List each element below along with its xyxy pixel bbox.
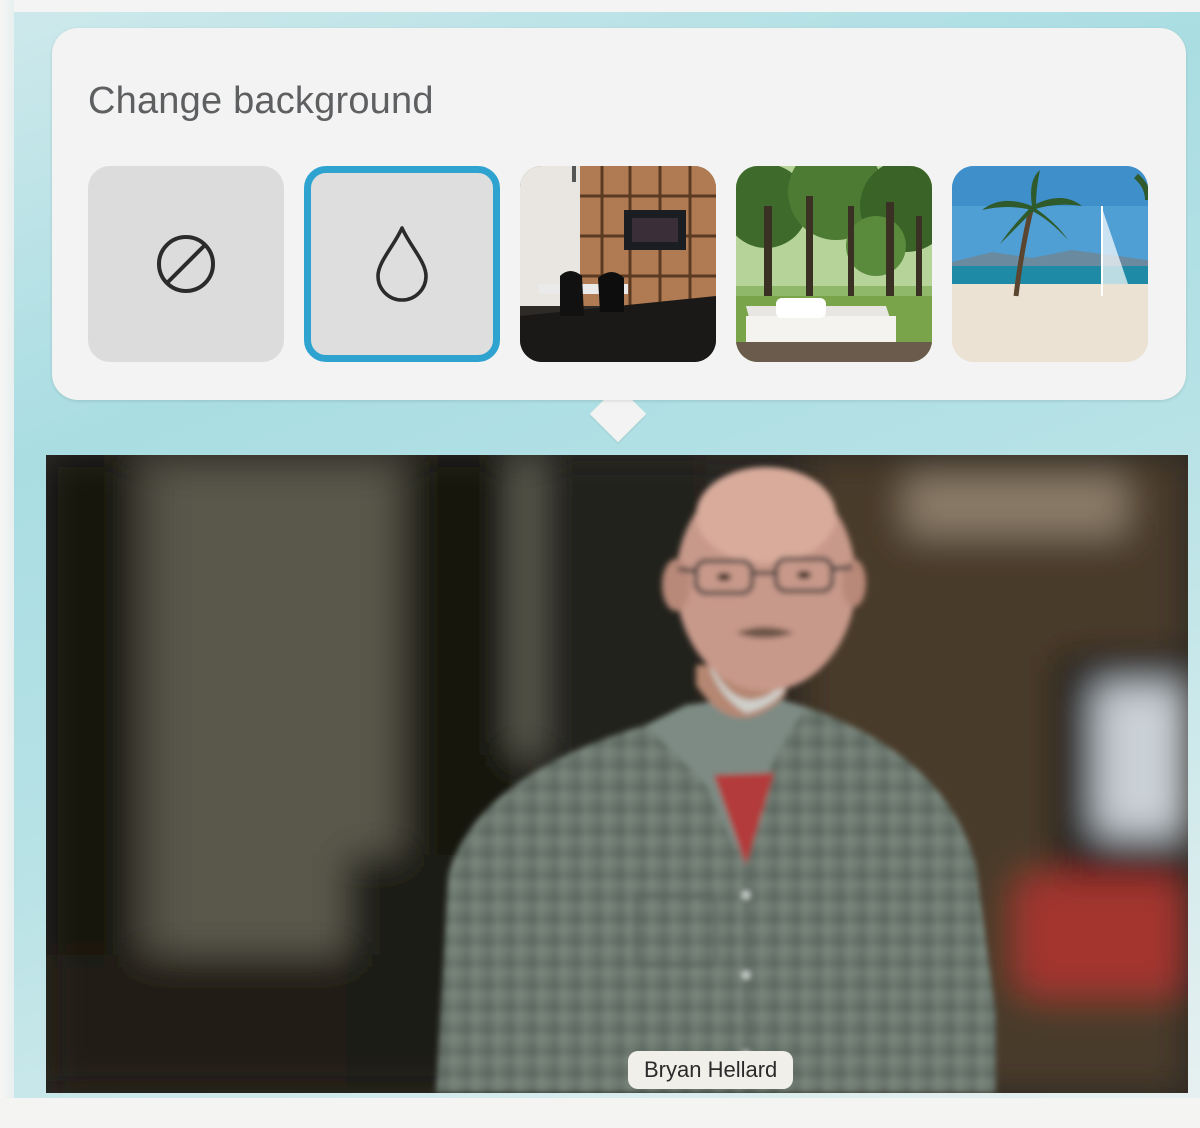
self-view-video: Bryan Hellard — [46, 455, 1188, 1093]
change-background-popover: Change background — [52, 28, 1186, 400]
background-option-blur[interactable] — [304, 166, 500, 362]
forest-image — [736, 166, 932, 362]
office-image — [520, 166, 716, 362]
top-bezel — [0, 0, 1200, 12]
left-bezel — [0, 0, 14, 1128]
background-option-beach[interactable] — [952, 166, 1148, 362]
popover-title: Change background — [88, 80, 434, 122]
no-background-icon — [157, 235, 215, 293]
background-option-forest[interactable] — [736, 166, 932, 362]
background-option-office[interactable] — [520, 166, 716, 362]
participant-name-label: Bryan Hellard — [628, 1051, 794, 1089]
background-options — [88, 166, 1154, 364]
background-option-none[interactable] — [88, 166, 284, 362]
beach-image — [952, 166, 1148, 362]
bottom-bezel — [0, 1098, 1200, 1128]
blur-drop-icon — [376, 226, 428, 302]
video-frame — [46, 455, 1188, 1093]
